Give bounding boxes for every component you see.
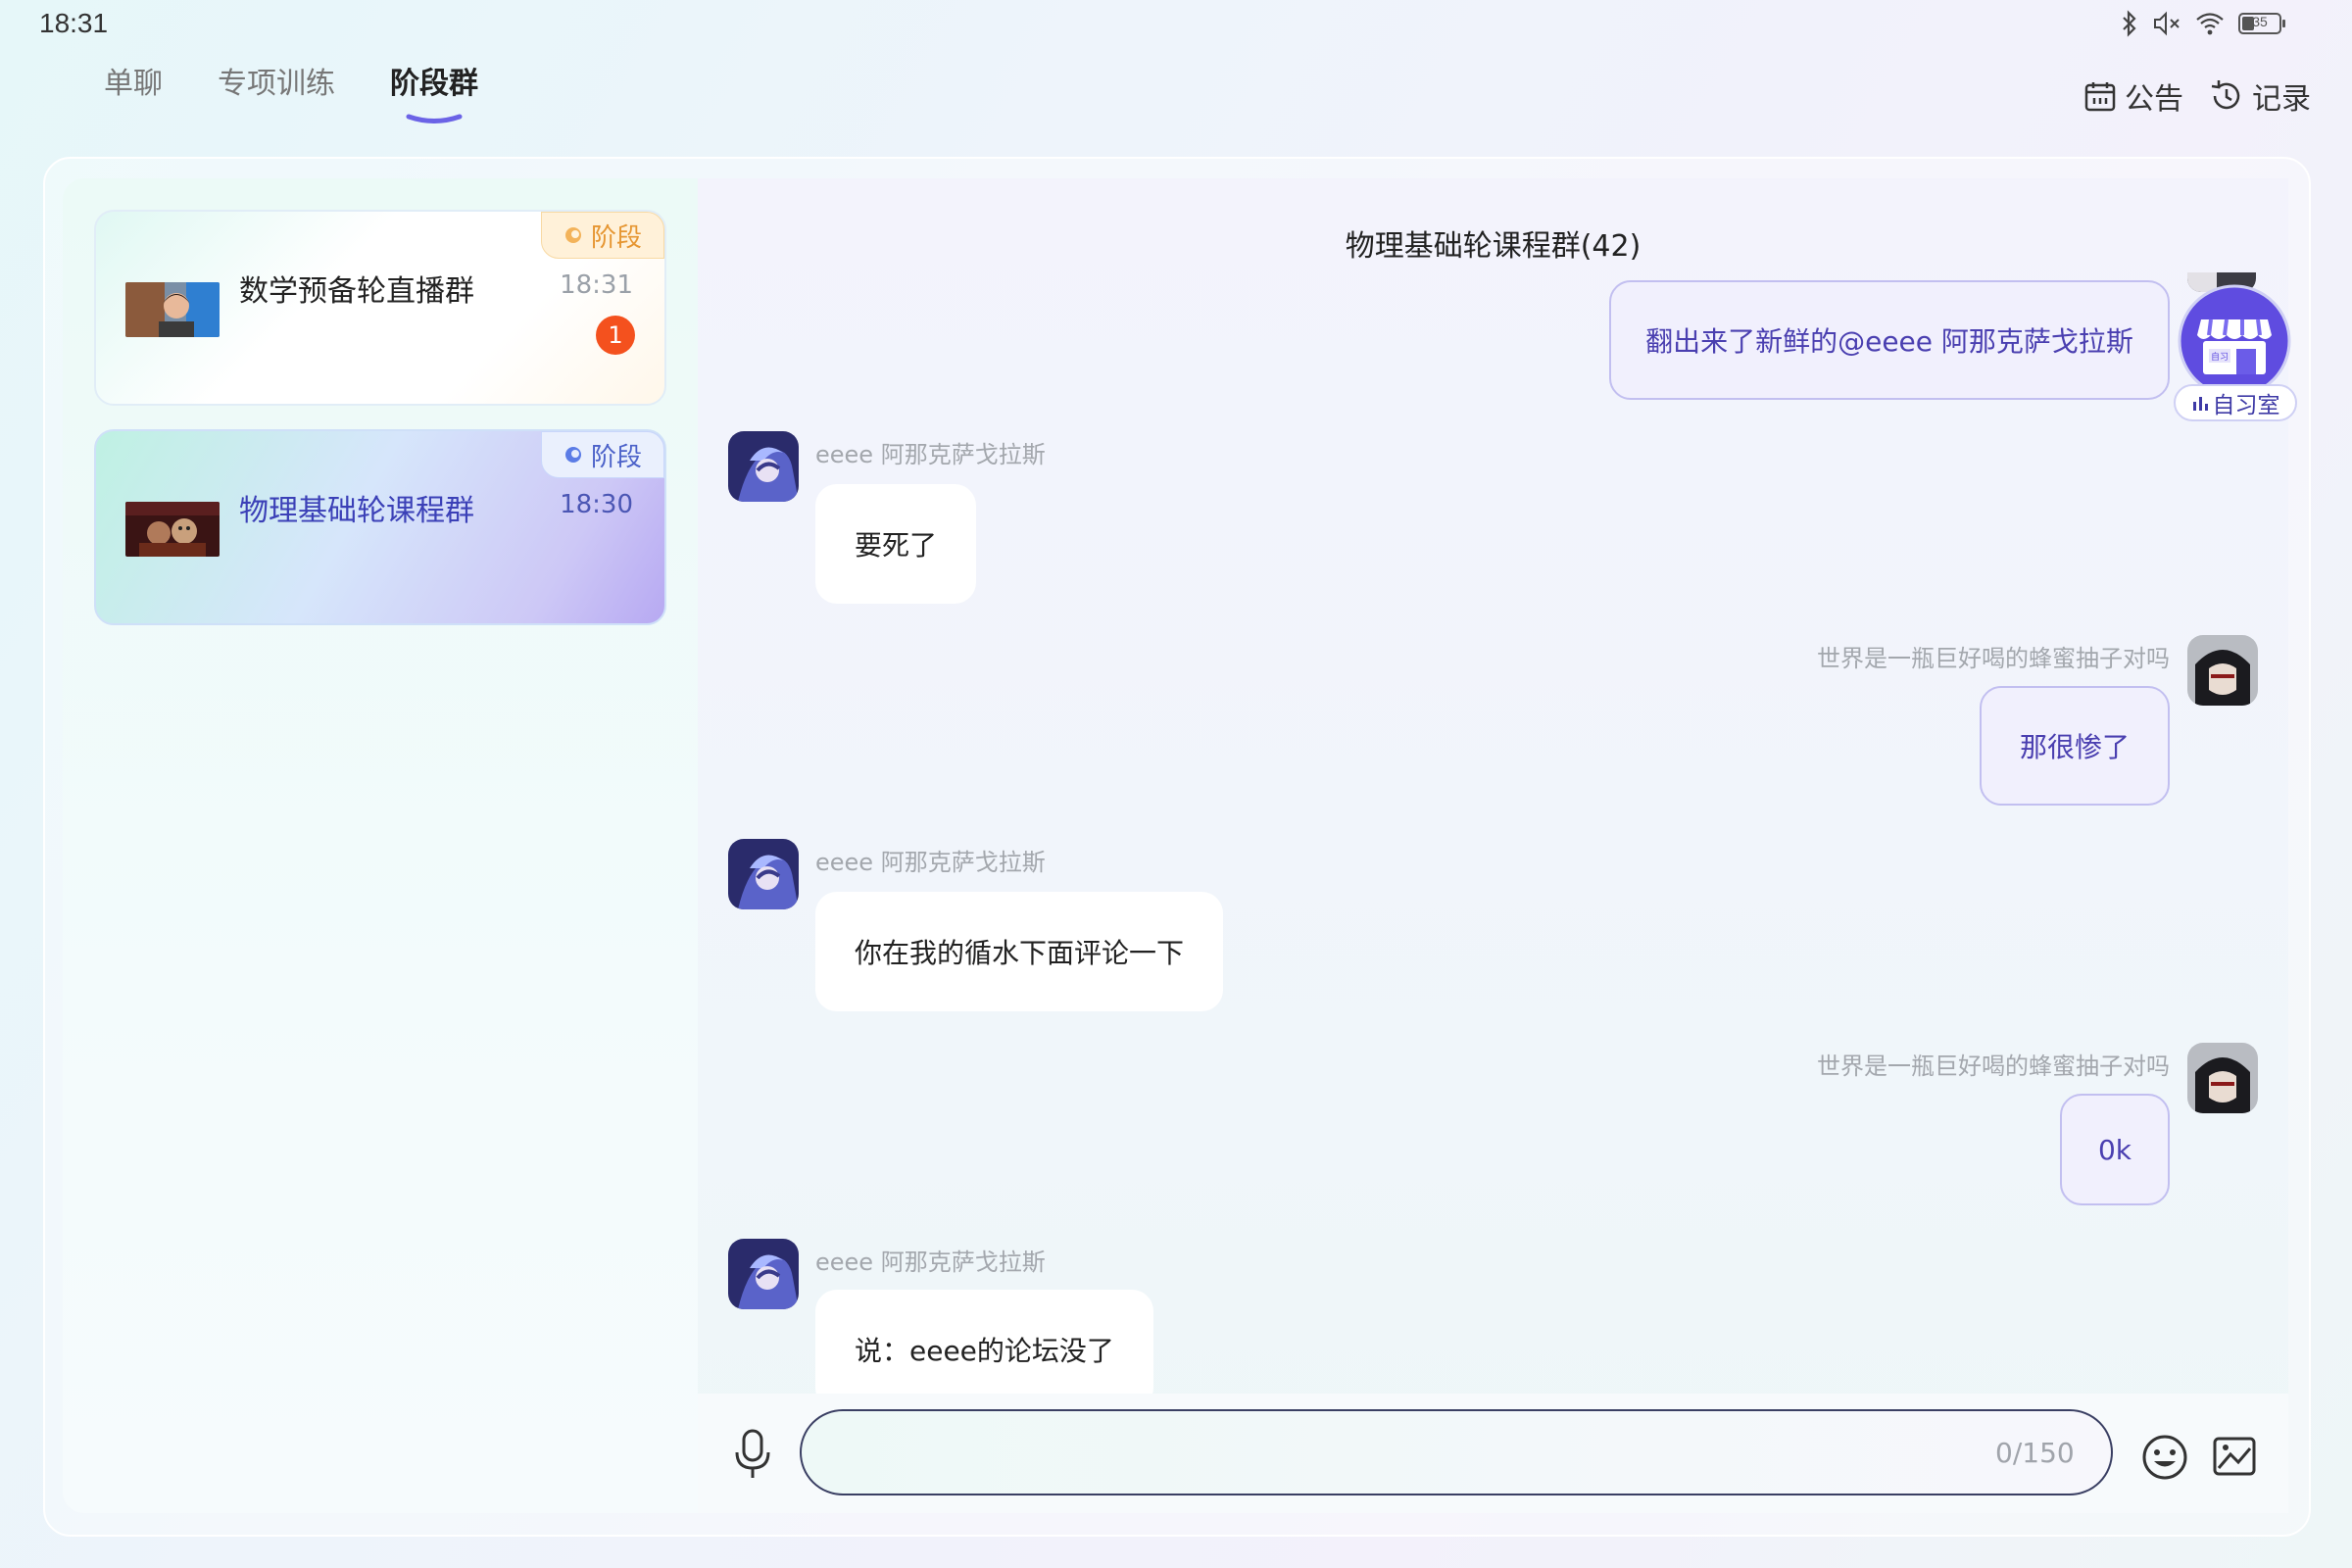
conversation-name: 物理基础轮课程群 [239, 494, 474, 528]
stage-badge-label: 阶段 [590, 222, 642, 253]
conversation-time: 18:30 [560, 490, 633, 519]
active-tab-indicator [406, 114, 463, 123]
microphone-icon[interactable] [731, 1427, 774, 1482]
battery-level: 35 [2252, 14, 2268, 29]
wifi-icon [2196, 13, 2224, 35]
status-time: 18:31 [39, 8, 109, 38]
message-bubble-outgoing[interactable]: 那很惨了 [1980, 686, 2170, 806]
message-sender: eeee 阿那克萨戈拉斯 [815, 849, 1046, 876]
message-input[interactable] [800, 1409, 2113, 1495]
status-icons: 35 [2121, 10, 2285, 37]
conversation-item-physics[interactable]: 阶段 物理基础轮课程群 18:30 [94, 429, 666, 625]
stage-blue-dot-icon [564, 447, 581, 463]
tab-single-chat[interactable]: 单聊 [104, 59, 163, 102]
tab-special-training[interactable]: 专项训练 [218, 59, 335, 102]
mute-icon [2154, 11, 2180, 36]
avatar[interactable] [2187, 635, 2258, 706]
avatar[interactable] [728, 431, 799, 502]
battery-icon: 35 [2238, 13, 2285, 34]
stage-orange-dot-icon [564, 227, 581, 243]
status-bar: 18:31 35 [0, 0, 2352, 49]
message-sender: 世界是一瓶巨好喝的蜂蜜抽子对吗 [1817, 1053, 2170, 1080]
records-button[interactable]: 记录 [2209, 74, 2311, 118]
study-room-label: 自习室 [2212, 393, 2280, 418]
message-sender: eeee 阿那克萨戈拉斯 [815, 441, 1046, 468]
conversation-item-math[interactable]: 阶段 数学预备轮直播群 18:31 1 [94, 210, 666, 406]
stage-badge: 阶段 [541, 431, 664, 478]
notice-button[interactable]: 公告 [2083, 74, 2183, 118]
stage-badge: 阶段 [541, 212, 664, 259]
records-label: 记录 [2252, 82, 2311, 117]
avatar[interactable] [728, 1239, 799, 1309]
notice-label: 公告 [2125, 82, 2183, 117]
conversation-thumbnail [125, 282, 220, 337]
stage-badge-label: 阶段 [590, 442, 642, 472]
message-bubble-outgoing[interactable]: 翻出来了新鲜的@eeee 阿那克萨戈拉斯 [1609, 280, 2170, 400]
message-bubble-incoming[interactable]: 说：eeee的论坛没了 [815, 1290, 1153, 1409]
store-icon-text: 自习 [2211, 351, 2229, 363]
message-bubble-incoming[interactable]: 你在我的循水下面评论一下 [815, 892, 1224, 1011]
bluetooth-icon [2123, 10, 2136, 37]
avatar[interactable] [728, 839, 799, 909]
study-room-button[interactable]: 自习 自习室 [2174, 284, 2301, 429]
history-icon [2211, 80, 2240, 110]
top-actions: 公告 记录 [2083, 74, 2311, 118]
emoji-icon[interactable] [2140, 1433, 2189, 1482]
study-room-label-pill: 自习室 [2174, 384, 2297, 421]
store-icon: 自习 [2178, 284, 2291, 398]
unread-count-badge: 1 [596, 316, 635, 355]
message-bubble-incoming[interactable]: 要死了 [815, 484, 977, 604]
tab-stage-group[interactable]: 阶段群 [390, 59, 478, 123]
conversation-time: 18:31 [560, 270, 633, 300]
calendar-icon [2084, 82, 2116, 112]
character-counter: 0/150 [1995, 1437, 2075, 1469]
conversation-thumbnail [125, 502, 220, 557]
message-sender: 世界是一瓶巨好喝的蜂蜜抽子对吗 [1817, 645, 2170, 672]
message-sender: eeee 阿那克萨戈拉斯 [815, 1249, 1046, 1276]
chat-title: 物理基础轮课程群(42) [1345, 229, 1642, 264]
message-bubble-outgoing[interactable]: 0k [2060, 1094, 2170, 1205]
top-tabs: 单聊 专项训练 阶段群 [104, 59, 478, 123]
bar-chart-icon [2192, 397, 2208, 411]
tab-stage-group-label: 阶段群 [390, 67, 478, 101]
avatar[interactable] [2187, 1043, 2258, 1113]
image-icon[interactable] [2211, 1433, 2258, 1480]
conversation-name: 数学预备轮直播群 [239, 274, 474, 309]
